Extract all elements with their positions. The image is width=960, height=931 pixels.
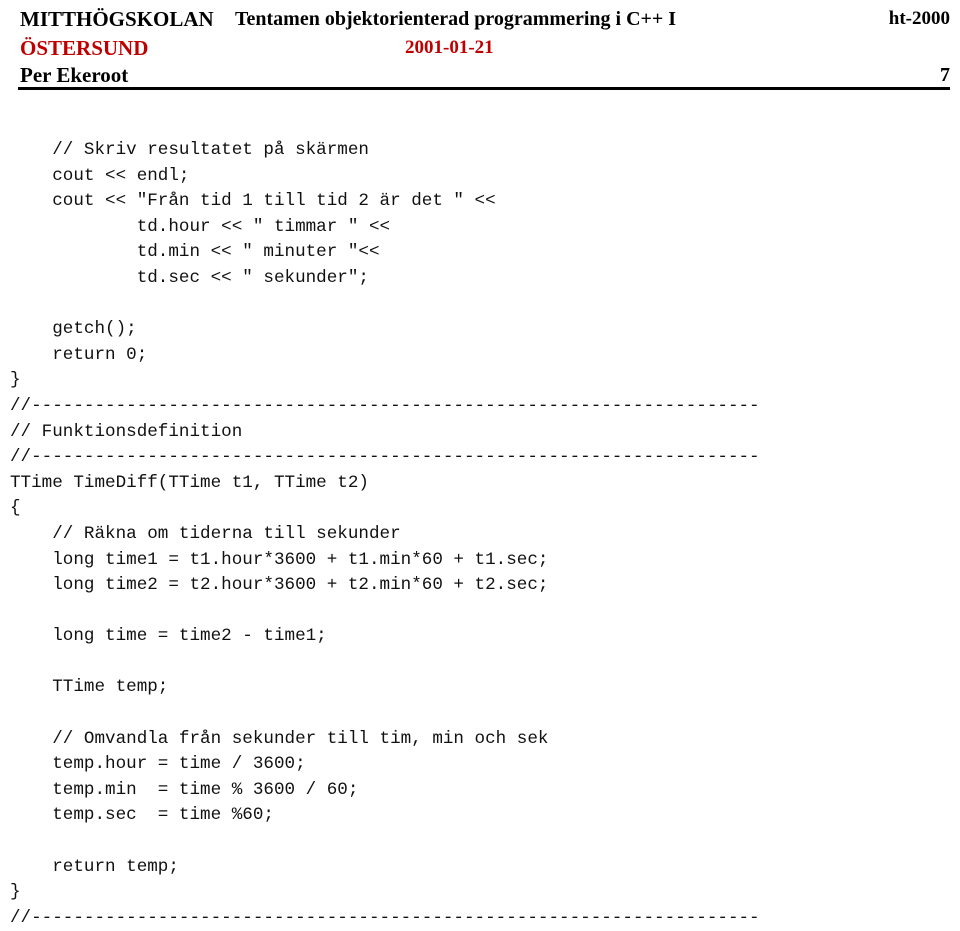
code-line: return 0; xyxy=(10,344,148,365)
institution-name-line1: MITTHÖGSKOLAN xyxy=(20,7,214,31)
exam-date: 2001-01-21 xyxy=(405,37,494,58)
code-line: temp.hour = time / 3600; xyxy=(10,754,306,775)
code-line: } xyxy=(10,882,21,903)
document-page: MITTHÖGSKOLAN Tentamen objektorienterad … xyxy=(0,0,960,928)
code-listing: // Skriv resultatet på skärmen cout << e… xyxy=(10,138,955,931)
code-line: td.min << " minuter "<< xyxy=(10,242,380,263)
code-line: TTime temp; xyxy=(10,677,169,698)
exam-title: Tentamen objektorienterad programmering … xyxy=(235,8,677,30)
code-line: // Funktionsdefinition xyxy=(10,421,243,442)
author-name: Per Ekeroot xyxy=(20,63,129,87)
code-line: // Omvandla från sekunder till tim, min … xyxy=(10,728,549,749)
code-line: { xyxy=(10,498,21,519)
institution-city: ÖSTERSUND xyxy=(20,36,149,60)
code-line: cout << endl; xyxy=(10,165,190,186)
code-line: } xyxy=(10,370,21,391)
code-line: return temp; xyxy=(10,856,179,877)
code-line: //--------------------------------------… xyxy=(10,447,760,468)
code-line: long time1 = t1.hour*3600 + t1.min*60 + … xyxy=(10,549,549,570)
code-line: long time2 = t2.hour*3600 + t2.min*60 + … xyxy=(10,575,549,596)
code-line: temp.sec = time %60; xyxy=(10,805,274,826)
header-divider-rule xyxy=(18,87,950,90)
code-line: td.hour << " timmar " << xyxy=(10,216,391,237)
code-line: // Skriv resultatet på skärmen xyxy=(10,140,369,160)
header-row-city-date: ÖSTERSUND 2001-01-21 xyxy=(0,35,960,61)
code-line: getch(); xyxy=(10,319,137,340)
page-number: 7 xyxy=(940,64,950,86)
code-line: //--------------------------------------… xyxy=(10,395,760,416)
code-line: cout << "Från tid 1 till tid 2 är det " … xyxy=(10,191,496,212)
exam-header: MITTHÖGSKOLAN Tentamen objektorienterad … xyxy=(0,0,960,92)
header-row-institution: MITTHÖGSKOLAN Tentamen objektorienterad … xyxy=(0,6,960,32)
header-row-author-page: Per Ekeroot 7 xyxy=(0,62,960,88)
code-line: // Räkna om tiderna till sekunder xyxy=(10,523,401,544)
code-line: temp.min = time % 3600 / 60; xyxy=(10,779,359,800)
term-label: ht-2000 xyxy=(888,8,950,29)
code-line: TTime TimeDiff(TTime t1, TTime t2) xyxy=(10,472,369,493)
code-line: long time = time2 - time1; xyxy=(10,626,327,647)
code-line: td.sec << " sekunder"; xyxy=(10,267,369,288)
